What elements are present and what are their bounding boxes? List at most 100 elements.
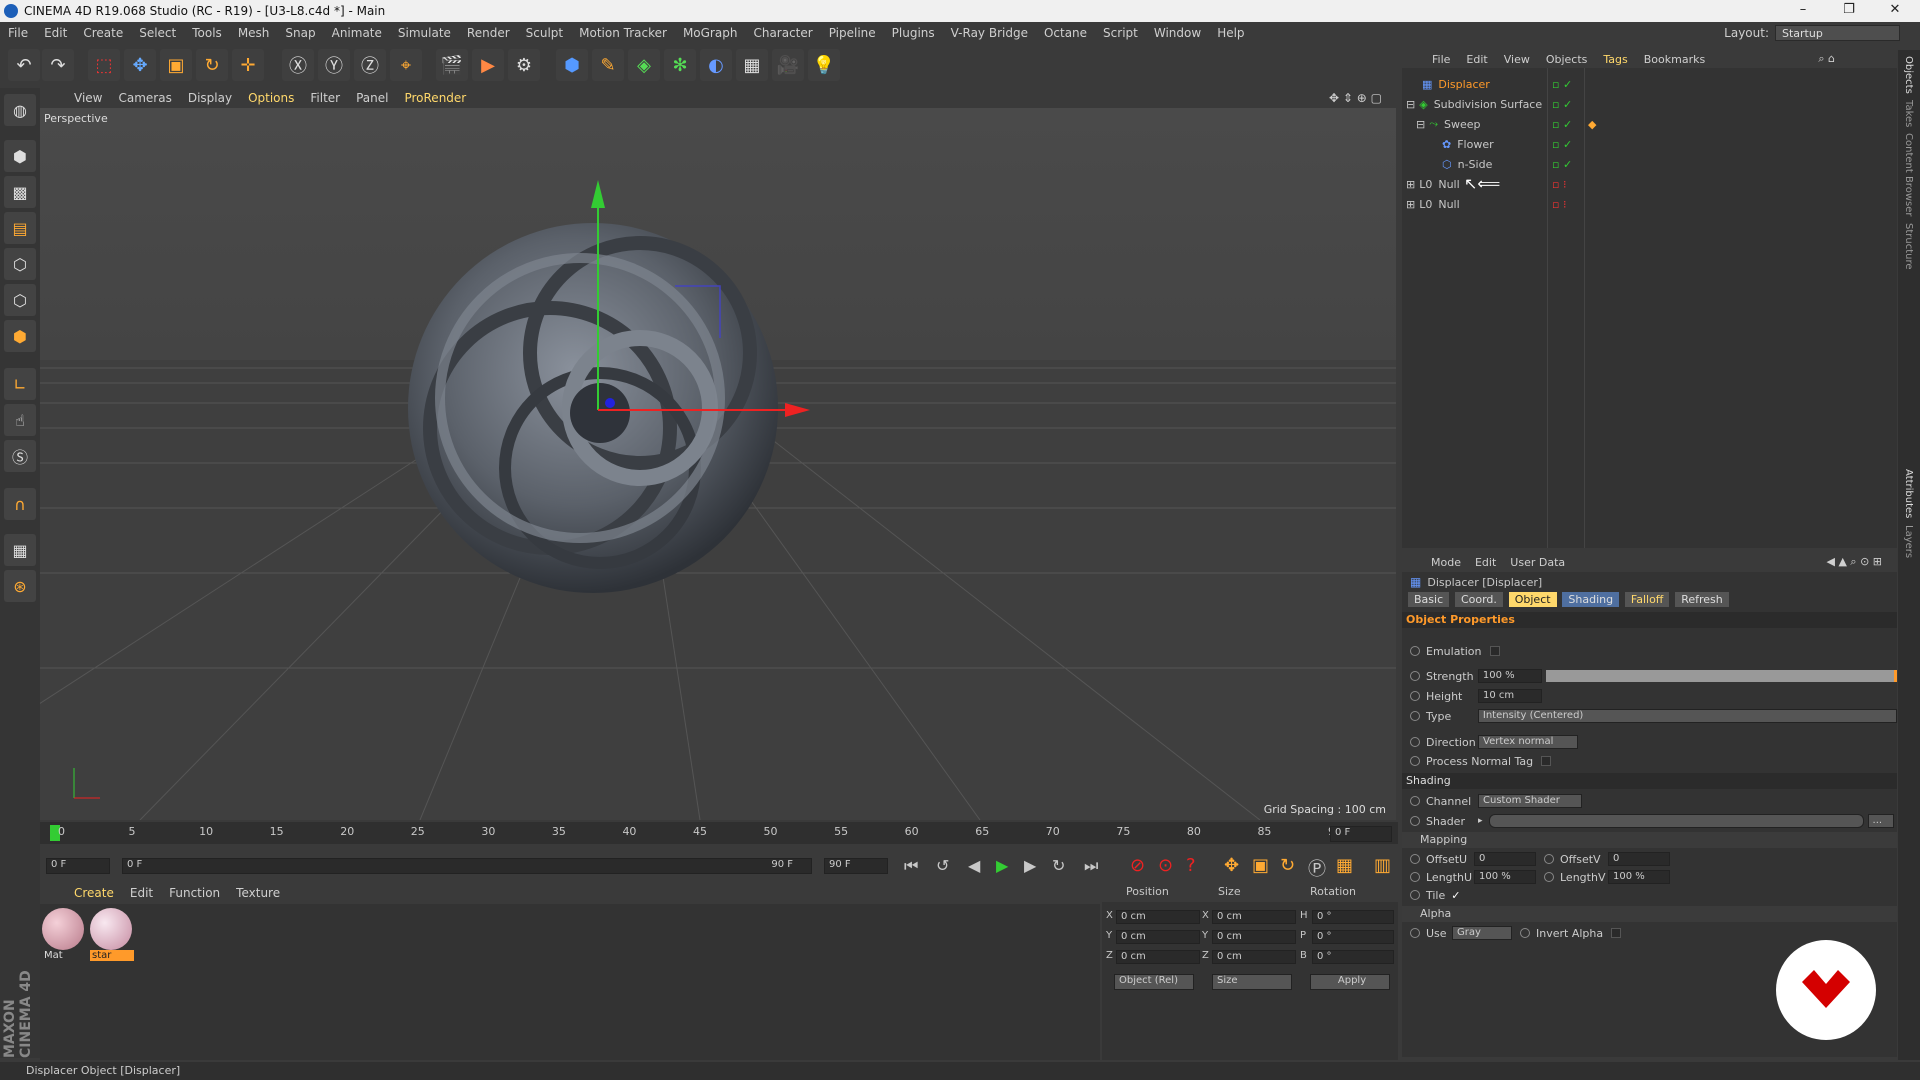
tile-checkbox[interactable]: ✓ xyxy=(1451,889,1460,902)
make-editable-icon[interactable]: ◍ xyxy=(4,94,36,126)
obj-menu-edit[interactable]: Edit xyxy=(1458,53,1495,66)
anim-dot[interactable] xyxy=(1410,711,1420,721)
cloner-icon[interactable]: ✻ xyxy=(664,49,696,81)
side-tab-layers[interactable]: Layers xyxy=(1903,525,1914,558)
layout-dropdown[interactable]: Startup xyxy=(1775,25,1900,41)
mat-menu-function[interactable]: Function xyxy=(161,886,228,900)
menu-vray-bridge[interactable]: V-Ray Bridge xyxy=(943,26,1036,40)
key-scale-icon[interactable]: ▣ xyxy=(1252,855,1269,876)
z-axis-lock-icon[interactable]: Ⓩ xyxy=(354,49,386,81)
expand-icon[interactable]: ⊞ xyxy=(1406,198,1415,211)
vp-menu-prorender[interactable]: ProRender xyxy=(396,91,474,105)
mat-menu-texture[interactable]: Texture xyxy=(228,886,288,900)
tab-basic[interactable]: Basic xyxy=(1408,592,1450,607)
use-dropdown[interactable]: Gray xyxy=(1452,926,1512,940)
viewport-nav-icons[interactable]: ✥ ⇕ ⊕ ▢ xyxy=(1321,91,1390,105)
process-normal-tag-checkbox[interactable] xyxy=(1541,756,1552,766)
move-icon[interactable]: ✥ xyxy=(124,49,156,81)
menu-pipeline[interactable]: Pipeline xyxy=(821,26,884,40)
visibility-check-icon[interactable]: ▫ ✓ xyxy=(1552,118,1572,131)
next-key-icon[interactable]: ↻ xyxy=(1052,856,1065,875)
rotation-h-field[interactable]: 0 ° xyxy=(1312,910,1394,924)
position-x-field[interactable]: 0 cm xyxy=(1116,910,1200,924)
deformer-icon[interactable]: ◐ xyxy=(700,49,732,81)
obj-menu-view[interactable]: View xyxy=(1496,53,1538,66)
height-field[interactable]: 10 cm xyxy=(1478,689,1542,703)
tweak-icon[interactable]: ☝ xyxy=(4,404,36,436)
att-menu-mode[interactable]: Mode xyxy=(1424,556,1468,569)
lengthv-field[interactable]: 100 % xyxy=(1608,870,1670,884)
side-tab-content-browser[interactable]: Content Browser xyxy=(1903,133,1914,216)
render-view-icon[interactable]: 🎬 xyxy=(436,49,468,81)
shader-slot[interactable] xyxy=(1488,814,1864,828)
recent-tool-icon[interactable]: ✛ xyxy=(232,49,264,81)
obj-menu-objects[interactable]: Objects xyxy=(1538,53,1596,66)
next-frame-icon[interactable]: ▶ xyxy=(1024,856,1036,875)
start-frame-field[interactable]: 0 F xyxy=(46,858,110,874)
tab-refresh[interactable]: Refresh xyxy=(1675,592,1729,607)
key-rotation-icon[interactable]: ↻ xyxy=(1280,855,1295,876)
snap-icon[interactable]: Ⓢ xyxy=(4,440,36,472)
scale-icon[interactable]: ▣ xyxy=(160,49,192,81)
att-nav-icons[interactable]: ◀ ▲ ⌕ ⊙ ⊞ xyxy=(1820,555,1890,569)
menu-select[interactable]: Select xyxy=(131,26,184,40)
anim-dot[interactable] xyxy=(1410,646,1420,656)
render-picture-viewer-icon[interactable]: ▶ xyxy=(472,49,504,81)
close-button[interactable]: ✕ xyxy=(1872,0,1918,22)
x-axis-lock-icon[interactable]: Ⓧ xyxy=(282,49,314,81)
current-range-slider[interactable]: 0 F 90 F xyxy=(122,858,812,874)
object-row-null-2[interactable]: ⊞ L0 Null ▫ ⁝ xyxy=(1402,194,1897,214)
expand-icon[interactable]: ⊟ xyxy=(1406,98,1415,111)
cube-icon[interactable]: ⬢ xyxy=(556,49,588,81)
edges-mode-icon[interactable]: ⬡ xyxy=(4,284,36,316)
workplane-icon[interactable]: ▤ xyxy=(4,212,36,244)
menu-snap[interactable]: Snap xyxy=(277,26,323,40)
tab-falloff[interactable]: Falloff xyxy=(1624,592,1670,607)
anim-dot[interactable] xyxy=(1410,928,1420,938)
menu-mograph[interactable]: MoGraph xyxy=(675,26,746,40)
menu-animate[interactable]: Animate xyxy=(324,26,390,40)
y-axis-lock-icon[interactable]: Ⓨ xyxy=(318,49,350,81)
obj-menu-bookmarks[interactable]: Bookmarks xyxy=(1636,53,1713,66)
key-pla-icon[interactable]: ▦ xyxy=(1336,855,1353,876)
viewport-scene[interactable] xyxy=(40,108,1396,820)
lengthu-field[interactable]: 100 % xyxy=(1474,870,1536,884)
obj-menu-tags[interactable]: Tags xyxy=(1595,53,1635,66)
visibility-dots-icon[interactable]: ▫ ⁝ xyxy=(1552,178,1566,191)
channel-dropdown[interactable]: Custom Shader xyxy=(1478,794,1582,808)
object-row-displacer[interactable]: ▦ Displacer ▫ ✓ xyxy=(1402,74,1897,94)
obj-search-icon[interactable]: ⌕ ⌂ xyxy=(1810,52,1843,66)
menu-simulate[interactable]: Simulate xyxy=(390,26,459,40)
prev-frame-icon[interactable]: ◀ xyxy=(968,856,980,875)
menu-render[interactable]: Render xyxy=(459,26,518,40)
size-z-field[interactable]: 0 cm xyxy=(1212,950,1296,964)
mat-menu-create[interactable]: Create xyxy=(66,886,122,900)
rotation-b-field[interactable]: 0 ° xyxy=(1312,950,1394,964)
menu-motion-tracker[interactable]: Motion Tracker xyxy=(571,26,675,40)
menu-edit[interactable]: Edit xyxy=(36,26,75,40)
att-menu-user-data[interactable]: User Data xyxy=(1503,556,1572,569)
keyframe-selection-icon[interactable]: ? xyxy=(1186,855,1196,876)
material-star[interactable]: star xyxy=(90,908,134,970)
end-frame-field[interactable]: 90 F xyxy=(824,858,888,874)
menu-plugins[interactable]: Plugins xyxy=(884,26,943,40)
visibility-check-icon[interactable]: ▫ ✓ xyxy=(1552,158,1572,171)
size-mode-dropdown[interactable]: Size xyxy=(1212,974,1292,990)
side-tab-takes[interactable]: Takes xyxy=(1903,100,1914,127)
rotate-icon[interactable]: ↻ xyxy=(196,49,228,81)
strength-field[interactable]: 100 % xyxy=(1477,669,1542,683)
side-tab-objects[interactable]: Objects xyxy=(1903,56,1914,94)
tab-coord[interactable]: Coord. xyxy=(1454,592,1503,607)
shader-browse-button[interactable]: ... xyxy=(1867,814,1894,828)
position-y-field[interactable]: 0 cm xyxy=(1116,930,1200,944)
visibility-check-icon[interactable]: ▫ ✓ xyxy=(1552,98,1572,111)
live-selection-icon[interactable]: ⬚ xyxy=(88,49,120,81)
tag-icon[interactable]: ◆ xyxy=(1588,118,1596,131)
anim-dot[interactable] xyxy=(1410,890,1420,900)
floor-icon[interactable]: ▦ xyxy=(736,49,768,81)
tab-shading[interactable]: Shading xyxy=(1562,592,1620,607)
offsetv-field[interactable]: 0 xyxy=(1608,852,1670,866)
menu-window[interactable]: Window xyxy=(1146,26,1209,40)
visibility-check-icon[interactable]: ▫ ✓ xyxy=(1552,78,1572,91)
mapping-header[interactable]: Mapping xyxy=(1402,832,1897,848)
